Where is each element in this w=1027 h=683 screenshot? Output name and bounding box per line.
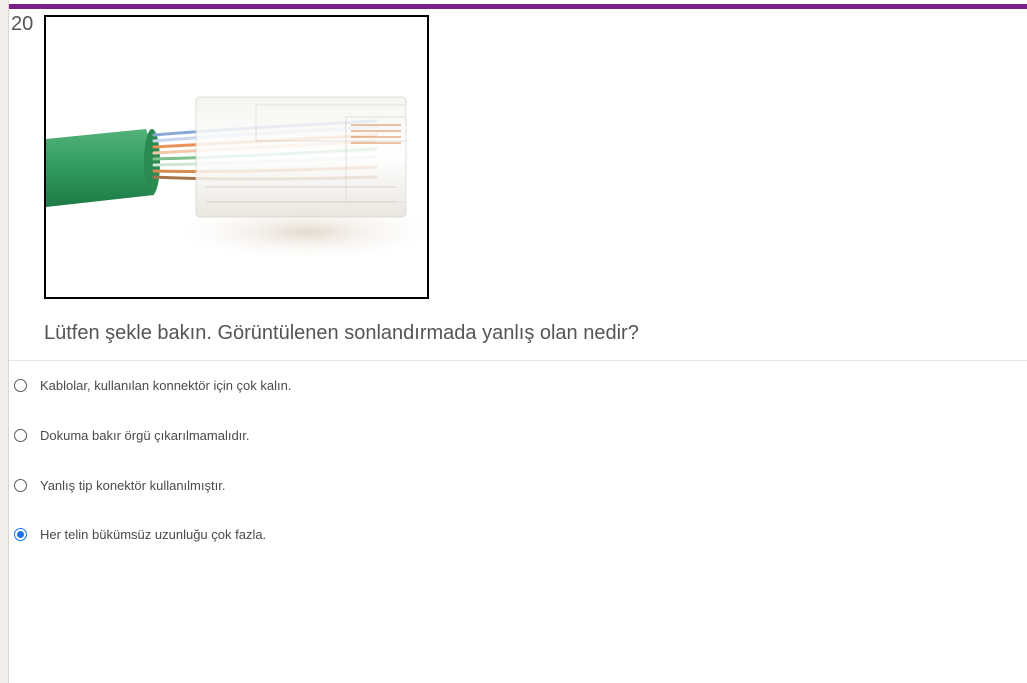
answer-option-4[interactable]: Her telin bükümsüz uzunluğu çok fazla.	[14, 524, 266, 544]
answer-label-2: Dokuma bakır örgü çıkarılmamalıdır.	[40, 427, 250, 443]
left-gutter	[0, 0, 9, 683]
rj45-connector-image	[46, 96, 427, 262]
question-number: 20	[11, 13, 34, 35]
question-text: Lütfen şekle bakın. Görüntülenen sonland…	[44, 322, 639, 344]
answer-label-4: Her telin bükümsüz uzunluğu çok fazla.	[40, 526, 267, 542]
divider	[9, 360, 1027, 361]
question-figure	[44, 15, 429, 299]
accent-bar	[9, 4, 1027, 9]
answer-label-3: Yanlış tip konektör kullanılmıştır.	[40, 477, 226, 493]
answer-option-1[interactable]: Kablolar, kullanılan konnektör için çok …	[14, 375, 291, 395]
answer-option-3[interactable]: Yanlış tip konektör kullanılmıştır.	[14, 475, 225, 495]
radio-button-2[interactable]	[14, 428, 27, 442]
answer-label-1: Kablolar, kullanılan konnektör için çok …	[40, 377, 292, 393]
radio-button-1[interactable]	[14, 378, 27, 392]
answer-option-2[interactable]: Dokuma bakır örgü çıkarılmamalıdır.	[14, 425, 250, 445]
radio-button-3[interactable]	[14, 478, 27, 492]
radio-button-4[interactable]	[14, 527, 27, 541]
